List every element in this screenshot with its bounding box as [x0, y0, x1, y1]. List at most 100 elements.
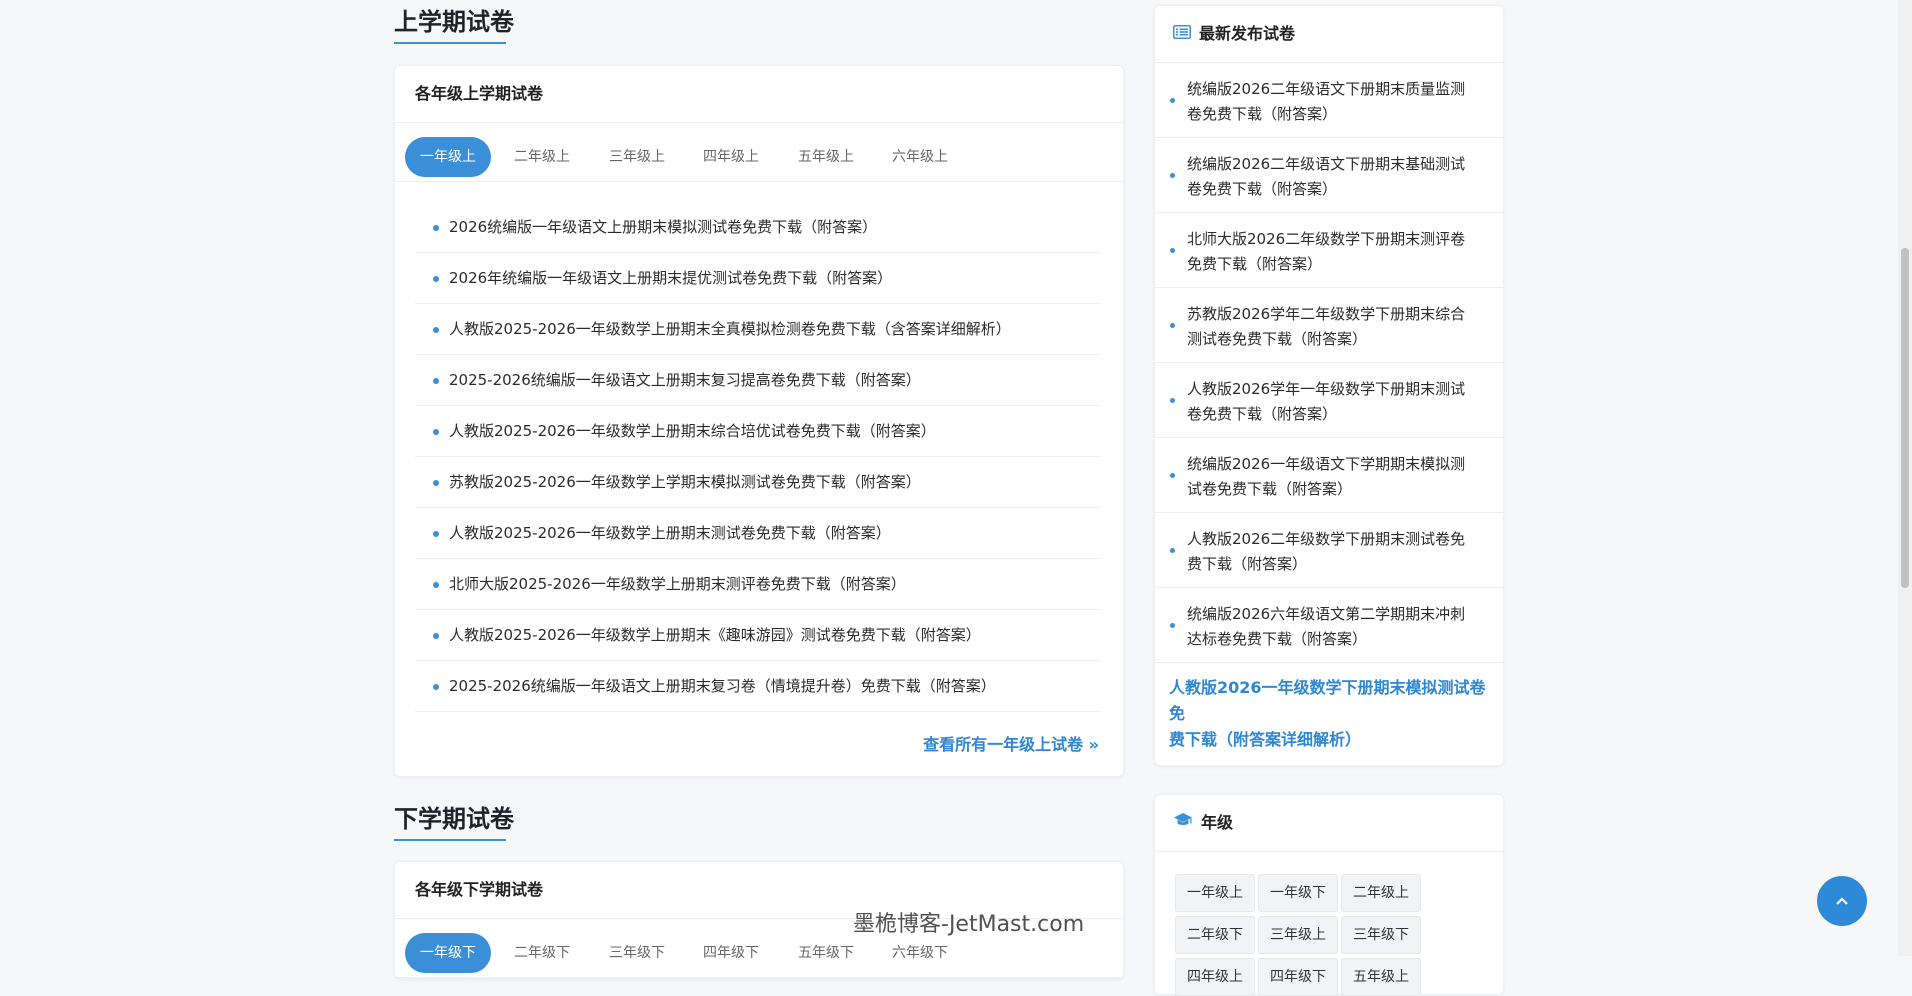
- list-item[interactable]: 2025-2026统编版一年级语文上册期末复习提高卷免费下载（附答案）: [415, 355, 1101, 406]
- exam-link[interactable]: 人教版2025-2026一年级数学上册期末综合培优试卷免费下载（附答案）: [449, 422, 936, 440]
- exam-link-line1[interactable]: 苏教版2026学年二年级数学下册期末综合: [1187, 305, 1465, 323]
- list-item[interactable]: 北师大版2025-2026一年级数学上册期末测评卷免费下载（附答案）: [415, 559, 1101, 610]
- tab-grade2-lower[interactable]: 二年级下: [499, 933, 585, 973]
- tab-grade3-lower[interactable]: 三年级下: [594, 933, 680, 973]
- graduation-cap-icon: [1173, 795, 1193, 851]
- latest-exams-card: 最新发布试卷 统编版2026二年级语文下册期末质量监测 卷免费下载（附答案） 统编…: [1154, 5, 1504, 766]
- list-item[interactable]: 统编版2026一年级语文下学期期末模拟测 试卷免费下载（附答案）: [1155, 438, 1503, 513]
- tab-grade4-upper[interactable]: 四年级上: [688, 137, 774, 177]
- featured-line2[interactable]: 费下载（附答案详细解析）: [1169, 730, 1361, 749]
- exam-link[interactable]: 2025-2026统编版一年级语文上册期末复习提高卷免费下载（附答案）: [449, 371, 921, 389]
- upper-section-title: 上学期试卷: [394, 0, 1124, 46]
- exam-link-line2[interactable]: 费下载（附答案）: [1187, 555, 1307, 573]
- bullet: [1170, 98, 1175, 103]
- list-item[interactable]: 统编版2026六年级语文第二学期期末冲刺 达标卷免费下载（附答案）: [1155, 588, 1503, 663]
- bullet: [1170, 623, 1175, 628]
- heading-underline: [394, 42, 506, 44]
- exam-link[interactable]: 2026统编版一年级语文上册期末模拟测试卷免费下载（附答案）: [449, 218, 877, 236]
- exam-link[interactable]: 2025-2026统编版一年级语文上册期末复习卷（情境提升卷）免费下载（附答案）: [449, 677, 996, 695]
- list-item[interactable]: 人教版2025-2026一年级数学上册期末《趣味游园》测试卷免费下载（附答案）: [415, 610, 1101, 661]
- exam-link-line2[interactable]: 测试卷免费下载（附答案）: [1187, 330, 1367, 348]
- exam-link-line2[interactable]: 达标卷免费下载（附答案）: [1187, 630, 1367, 648]
- list-item[interactable]: 北师大版2026二年级数学下册期末测评卷 免费下载（附答案）: [1155, 213, 1503, 288]
- list-item[interactable]: 人教版2025-2026一年级数学上册期末综合培优试卷免费下载（附答案）: [415, 406, 1101, 457]
- bullet: [433, 429, 439, 435]
- grade-button[interactable]: 四年级上: [1175, 958, 1255, 996]
- bullet: [1170, 173, 1175, 178]
- list-item[interactable]: 统编版2026二年级语文下册期末质量监测 卷免费下载（附答案）: [1155, 63, 1503, 138]
- exam-link-line2[interactable]: 试卷免费下载（附答案）: [1187, 480, 1352, 498]
- list-item[interactable]: 苏教版2025-2026一年级数学上学期末模拟测试卷免费下载（附答案）: [415, 457, 1101, 508]
- list-item[interactable]: 人教版2025-2026一年级数学上册期末全真模拟检测卷免费下载（含答案详细解析…: [415, 304, 1101, 355]
- bullet: [1170, 323, 1175, 328]
- exam-link-line2[interactable]: 免费下载（附答案）: [1187, 255, 1322, 273]
- list-item[interactable]: 人教版2025-2026一年级数学上册期末测试卷免费下载（附答案）: [415, 508, 1101, 559]
- grade-buttons: 一年级上 一年级下 二年级上 二年级下 三年级上 三年级下 四年级上 四年级下 …: [1155, 852, 1503, 996]
- tab-grade2-upper[interactable]: 二年级上: [499, 137, 585, 177]
- grade-button[interactable]: 三年级上: [1258, 916, 1338, 954]
- exam-link[interactable]: 苏教版2025-2026一年级数学上学期末模拟测试卷免费下载（附答案）: [449, 473, 921, 491]
- exam-link-line1[interactable]: 统编版2026二年级语文下册期末基础测试: [1187, 155, 1465, 173]
- grade-button[interactable]: 一年级下: [1258, 874, 1338, 912]
- featured-exam-link[interactable]: 人教版2026一年级数学下册期末模拟测试卷免费下载（附答案详细解析）: [1155, 663, 1503, 765]
- featured-line1[interactable]: 人教版2026一年级数学下册期末模拟测试卷免: [1169, 678, 1486, 723]
- exam-link-line1[interactable]: 统编版2026二年级语文下册期末质量监测: [1187, 80, 1465, 98]
- list-item[interactable]: 2025-2026统编版一年级语文上册期末复习卷（情境提升卷）免费下载（附答案）: [415, 661, 1101, 712]
- grade-button[interactable]: 四年级下: [1258, 958, 1338, 996]
- bullet: [433, 378, 439, 384]
- list-item[interactable]: 2026年统编版一年级语文上册期末提优测试卷免费下载（附答案）: [415, 253, 1101, 304]
- exam-link-line1[interactable]: 人教版2026二年级数学下册期末测试卷免: [1187, 530, 1465, 548]
- scrollbar-thumb[interactable]: [1901, 248, 1909, 588]
- upper-exams-card: 各年级上学期试卷 一年级上 二年级上 三年级上 四年级上 五年级上 六年级上 2…: [394, 65, 1124, 777]
- card-title: 各年级上学期试卷: [395, 66, 1123, 123]
- grade-button[interactable]: 三年级下: [1341, 916, 1421, 954]
- grade-button[interactable]: 二年级上: [1341, 874, 1421, 912]
- grades-card-title: 年级: [1201, 813, 1234, 832]
- list-item[interactable]: 2026统编版一年级语文上册期末模拟测试卷免费下载（附答案）: [415, 202, 1101, 253]
- exam-link-line2[interactable]: 卷免费下载（附答案）: [1187, 405, 1337, 423]
- bullet: [433, 480, 439, 486]
- exam-link[interactable]: 人教版2025-2026一年级数学上册期末测试卷免费下载（附答案）: [449, 524, 891, 542]
- tab-grade5-lower[interactable]: 五年级下: [783, 933, 869, 973]
- upper-grade-tabs: 一年级上 二年级上 三年级上 四年级上 五年级上 六年级上: [395, 123, 1123, 182]
- bullet: [433, 582, 439, 588]
- list-item[interactable]: 人教版2026二年级数学下册期末测试卷免 费下载（附答案）: [1155, 513, 1503, 588]
- exam-link[interactable]: 2026年统编版一年级语文上册期末提优测试卷免费下载（附答案）: [449, 269, 892, 287]
- lower-section-title: 下学期试卷: [394, 797, 1124, 843]
- bullet: [1170, 398, 1175, 403]
- exam-link[interactable]: 人教版2025-2026一年级数学上册期末全真模拟检测卷免费下载（含答案详细解析…: [449, 320, 1011, 338]
- bullet: [433, 633, 439, 639]
- bullet: [433, 684, 439, 690]
- tab-grade1-upper[interactable]: 一年级上: [405, 137, 491, 177]
- scrollbar[interactable]: [1898, 0, 1912, 956]
- tab-grade4-lower[interactable]: 四年级下: [688, 933, 774, 973]
- exam-link[interactable]: 人教版2025-2026一年级数学上册期末《趣味游园》测试卷免费下载（附答案）: [449, 626, 981, 644]
- exam-link-line2[interactable]: 卷免费下载（附答案）: [1187, 105, 1337, 123]
- tab-grade3-upper[interactable]: 三年级上: [594, 137, 680, 177]
- latest-card-title: 最新发布试卷: [1199, 24, 1296, 43]
- list-item[interactable]: 统编版2026二年级语文下册期末基础测试 卷免费下载（附答案）: [1155, 138, 1503, 213]
- exam-link-line1[interactable]: 人教版2026学年一年级数学下册期末测试: [1187, 380, 1465, 398]
- exam-link-line2[interactable]: 卷免费下载（附答案）: [1187, 180, 1337, 198]
- grade-button[interactable]: 二年级下: [1175, 916, 1255, 954]
- list-item[interactable]: 人教版2026学年一年级数学下册期末测试 卷免费下载（附答案）: [1155, 363, 1503, 438]
- grade-button[interactable]: 一年级上: [1175, 874, 1255, 912]
- main-column: 上学期试卷 各年级上学期试卷 一年级上 二年级上 三年级上 四年级上 五年级上 …: [394, 0, 1124, 979]
- tab-grade6-upper[interactable]: 六年级上: [877, 137, 963, 177]
- tab-grade1-lower[interactable]: 一年级下: [405, 933, 491, 973]
- bullet: [433, 531, 439, 537]
- grade-button[interactable]: 五年级上: [1341, 958, 1421, 996]
- view-all-link[interactable]: 查看所有一年级上试卷 »: [395, 712, 1123, 776]
- exam-link-line1[interactable]: 北师大版2026二年级数学下册期末测评卷: [1187, 230, 1465, 248]
- tab-grade5-upper[interactable]: 五年级上: [783, 137, 869, 177]
- list-item[interactable]: 苏教版2026学年二年级数学下册期末综合 测试卷免费下载（附答案）: [1155, 288, 1503, 363]
- exam-link-line1[interactable]: 统编版2026六年级语文第二学期期末冲刺: [1187, 605, 1465, 623]
- list-icon: [1173, 6, 1191, 62]
- exam-link-line1[interactable]: 统编版2026一年级语文下学期期末模拟测: [1187, 455, 1465, 473]
- tab-grade6-lower[interactable]: 六年级下: [877, 933, 963, 973]
- exam-link[interactable]: 北师大版2025-2026一年级数学上册期末测评卷免费下载（附答案）: [449, 575, 906, 593]
- back-to-top-button[interactable]: [1817, 876, 1867, 926]
- sidebar: 最新发布试卷 统编版2026二年级语文下册期末质量监测 卷免费下载（附答案） 统编…: [1154, 5, 1504, 996]
- watermark: 墨桅博客-JetMast.com: [853, 912, 1085, 937]
- chevron-up-icon: [1836, 897, 1848, 905]
